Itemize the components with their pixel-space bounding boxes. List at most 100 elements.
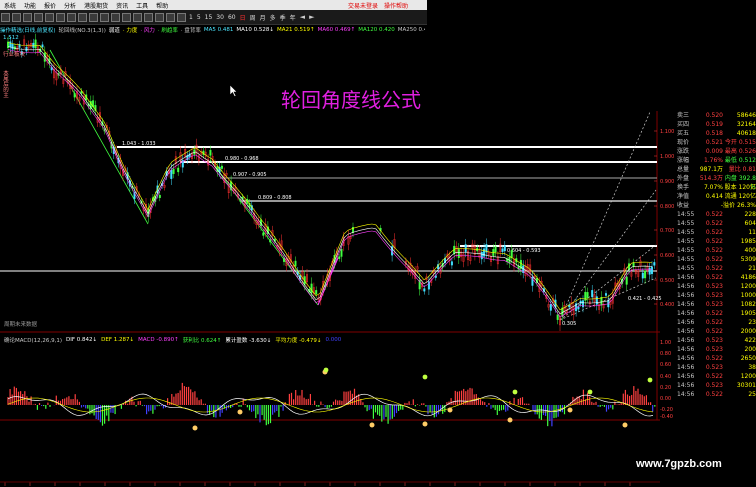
tick-time: 14:56: [677, 373, 695, 380]
tick-time: 14:56: [677, 283, 695, 290]
tick-price: 0.522: [705, 319, 723, 326]
candlestick: [262, 232, 265, 236]
tick-row: 14:55 0.522 1985: [677, 237, 756, 246]
signal-dot-icon: [422, 374, 428, 380]
signal-coin-icon: [192, 425, 198, 431]
tick-time: 14:56: [677, 319, 695, 326]
quote-value: 0.518: [705, 130, 723, 137]
quote-extra: 股本 120亿: [724, 184, 756, 191]
tick-price: 0.522: [705, 247, 723, 254]
quote-label: 净值: [677, 193, 690, 200]
angle-line-label: 0.421 - 0.425: [628, 296, 662, 302]
quote-label: 换手: [677, 184, 690, 191]
candlestick: [632, 262, 635, 268]
candlestick: [483, 248, 486, 257]
quote-value: -: [720, 202, 723, 209]
tick-price: 0.522: [705, 355, 723, 362]
signal-coin-icon: [369, 422, 375, 428]
tick-row: 14:56 0.523 30301: [677, 381, 756, 390]
tick-price: 0.522: [705, 229, 723, 236]
tick-price: 0.522: [705, 373, 723, 380]
tick-volume: 1905: [740, 310, 756, 317]
angle-line-label: 1.043 - 1.033: [122, 141, 156, 147]
quote-row: 收益 - 溢价 26.3%: [677, 201, 756, 210]
price-axis-label: 0.700: [660, 228, 674, 234]
tick-time: 14:56: [677, 382, 695, 389]
tick-price: 0.523: [705, 382, 723, 389]
signal-coin-icon: [622, 422, 628, 428]
tick-time: 14:55: [677, 220, 695, 227]
price-axis-label: 0.800: [660, 204, 674, 210]
tick-time: 14:55: [677, 247, 695, 254]
macd-axis-label: 0.20: [660, 385, 671, 391]
price-axis-label: 1.100: [660, 129, 674, 135]
tick-price: 0.522: [705, 265, 723, 272]
tick-volume: 400: [744, 247, 756, 254]
tick-time: 14:55: [677, 256, 695, 263]
candlestick: [220, 165, 223, 169]
candlestick: [41, 44, 44, 48]
quote-row: 现价 0.521 今开 0.515: [677, 138, 756, 147]
candlestick: [34, 39, 37, 49]
candlestick: [209, 149, 212, 156]
signal-coin-icon: [422, 421, 428, 427]
candlestick: [9, 41, 12, 48]
tick-time: 14:56: [677, 337, 695, 344]
candlestick: [172, 168, 175, 174]
quote-extra: 今开 0.515: [724, 139, 756, 146]
tick-price: 0.523: [705, 292, 723, 299]
tick-time: 14:56: [677, 274, 695, 281]
tick-price: 0.523: [705, 337, 723, 344]
tick-volume: 200: [744, 346, 756, 353]
tick-price: 0.522: [705, 328, 723, 335]
candlestick: [170, 169, 173, 179]
quote-label: 买五: [677, 130, 690, 137]
candlestick: [423, 288, 426, 292]
signal-dot-icon: [323, 367, 329, 373]
candlestick: [338, 256, 341, 259]
price-axis-label: 0.900: [660, 179, 674, 185]
candlestick: [43, 52, 46, 62]
quote-panel: 卖三 0.520 58646 买四 0.519 32164 买五 0.518 40618 现价 0.…: [677, 111, 756, 399]
tick-time: 14:56: [677, 292, 695, 299]
candlestick: [625, 276, 628, 285]
quote-row: 买五 0.518 40618: [677, 129, 756, 138]
tick-row: 14:56 0.522 1200: [677, 372, 756, 381]
candlestick: [480, 251, 483, 260]
tick-price: 0.522: [705, 211, 723, 218]
tick-row: 14:56 0.523 1082: [677, 300, 756, 309]
signal-dot-icon: [512, 389, 518, 395]
quote-label: 卖三: [677, 112, 690, 119]
price-axis-label: 0.400: [660, 302, 674, 308]
candlestick: [315, 290, 318, 295]
candlestick: [605, 293, 608, 296]
quote-value: 1.76%: [703, 157, 723, 164]
side-text: 本尾后的主: [2, 70, 8, 98]
tick-time: 14:56: [677, 328, 695, 335]
quote-extra: 内盘 392.8万: [724, 175, 756, 191]
tick-time: 14:55: [677, 211, 695, 218]
quote-value: 0.521: [705, 139, 723, 146]
macd-axis-label: 0.00: [660, 396, 671, 402]
tick-row: 14:56 0.522 2650: [677, 354, 756, 363]
candlestick: [586, 292, 589, 299]
tick-price: 0.522: [705, 220, 723, 227]
quote-row: 外盘 514.3万 内盘 392.8万: [677, 174, 756, 191]
quote-extra: 溢价 26.3%: [723, 202, 756, 209]
kline-chart[interactable]: 1.1001.0000.9000.8000.7000.6000.5000.400…: [0, 0, 756, 487]
quote-value: 0.414: [705, 193, 723, 200]
quote-label: 收益: [677, 202, 690, 209]
candlestick: [641, 272, 644, 279]
candlestick: [549, 304, 552, 311]
tick-row: 14:56 0.523 1000: [677, 291, 756, 300]
candlestick: [25, 46, 28, 52]
signal-coin-icon: [507, 417, 513, 423]
candlestick: [158, 194, 161, 199]
tick-volume: 11: [748, 229, 756, 236]
tick-volume: 604: [744, 220, 756, 227]
macd-axis-label: 1.00: [660, 340, 671, 346]
quote-extra: 最高 0.526: [724, 148, 756, 155]
candlestick: [501, 248, 504, 252]
tick-price: 0.523: [705, 364, 723, 371]
quote-extra: 量比 0.81: [728, 166, 756, 173]
